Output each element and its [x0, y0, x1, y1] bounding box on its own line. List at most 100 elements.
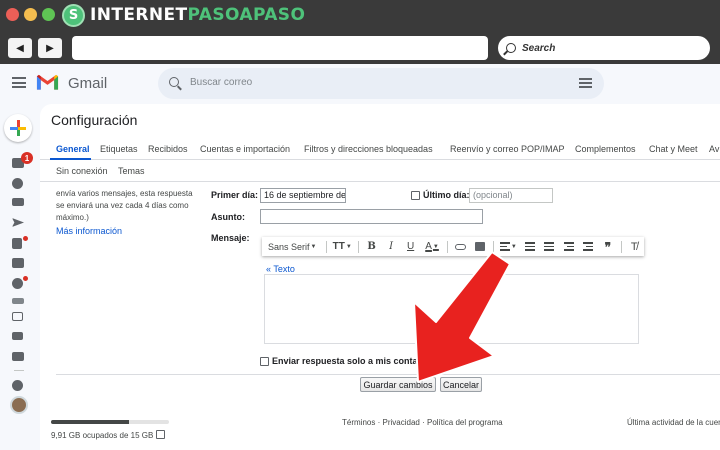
- back-button[interactable]: ◀: [8, 38, 32, 58]
- more-icon[interactable]: [12, 298, 24, 304]
- link-icon[interactable]: [451, 237, 471, 256]
- video-icon[interactable]: [12, 332, 23, 340]
- gmail-app-name: Gmail: [68, 75, 108, 92]
- gmail-app: Gmail Buscar correo 1 Configuración Gene…: [0, 64, 720, 450]
- last-day-checkbox[interactable]: [411, 191, 420, 200]
- gmail-logo-icon: [36, 74, 59, 90]
- mail-search-placeholder: Buscar correo: [190, 77, 253, 88]
- message-body-editor[interactable]: [264, 274, 639, 344]
- save-changes-button[interactable]: Guardar cambios: [360, 377, 436, 392]
- image-icon[interactable]: [470, 237, 490, 256]
- brand-text-part2: PASOAPASO: [187, 5, 306, 25]
- address-bar[interactable]: [72, 36, 488, 60]
- tab-offline[interactable]: Sin conexión: [56, 166, 108, 176]
- tab-accounts[interactable]: Cuentas e importación: [200, 144, 290, 154]
- main-menu-icon[interactable]: [12, 77, 26, 88]
- storage-usage-bar: [51, 420, 169, 424]
- quote-icon[interactable]: ❞: [598, 237, 618, 256]
- brand-text-part1: INTERNET: [90, 5, 188, 25]
- bulleted-list-icon[interactable]: [540, 237, 560, 256]
- tab-advanced[interactable]: Av: [709, 144, 719, 154]
- toolbar-divider: [357, 240, 359, 253]
- formatting-toolbar: Sans Serif ▼ TT ▼ B I U A ▼ ▼ ❞ T̸: [262, 237, 644, 256]
- text-size-icon[interactable]: TT ▼: [330, 237, 355, 256]
- mail-icon[interactable]: [12, 258, 24, 268]
- mail-search-bar[interactable]: Buscar correo: [158, 68, 604, 99]
- text-color-icon[interactable]: A ▼: [420, 237, 443, 256]
- message-label: Mensaje:: [211, 233, 250, 243]
- gmail-header: Gmail Buscar correo: [0, 64, 720, 104]
- settings-panel: Configuración General Etiquetas Recibido…: [40, 104, 720, 450]
- italic-icon[interactable]: I: [381, 237, 401, 256]
- tab-themes[interactable]: Temas: [118, 166, 145, 176]
- toolbar-divider: [620, 240, 622, 253]
- spam-indicator-dot: [23, 276, 28, 281]
- open-external-icon[interactable]: [156, 430, 165, 439]
- search-icon[interactable]: [169, 77, 179, 87]
- browser-navbar: ◀ ▶ Search: [0, 30, 720, 64]
- keyboard-icon[interactable]: [12, 352, 24, 361]
- last-day-label: Último día:: [423, 190, 470, 200]
- brand-wordmark: INTERNETPASOAPASO: [90, 5, 305, 25]
- user-avatar[interactable]: [10, 396, 28, 414]
- vacation-help-text: envía varios mensajes, esta respuesta se…: [56, 189, 193, 222]
- tab-inbox[interactable]: Recibidos: [148, 144, 188, 154]
- tab-addons[interactable]: Complementos: [575, 144, 636, 154]
- contacts-only-checkbox[interactable]: [260, 357, 269, 366]
- drafts-icon[interactable]: [12, 238, 22, 249]
- unread-count-badge: 1: [21, 152, 33, 164]
- compose-button[interactable]: [4, 114, 32, 142]
- indent-less-icon[interactable]: [559, 237, 579, 256]
- browser-search-box[interactable]: Search: [498, 36, 710, 60]
- tab-forwarding[interactable]: Reenvío y correo POP/IMAP: [450, 144, 565, 154]
- footer-separator: ·: [377, 418, 381, 427]
- tab-general[interactable]: General: [56, 144, 90, 154]
- settings-tabs-row2: Sin conexión Temas: [40, 160, 720, 182]
- first-day-field[interactable]: 16 de septiembre de: [260, 188, 346, 203]
- important-icon[interactable]: [12, 198, 24, 206]
- tab-filters[interactable]: Filtros y direcciones bloqueadas: [304, 144, 433, 154]
- program-policy-link[interactable]: Política del programa: [427, 418, 503, 427]
- cancel-button[interactable]: Cancelar: [440, 377, 482, 392]
- close-window-button[interactable]: [6, 8, 19, 21]
- plain-text-link[interactable]: « Texto: [266, 264, 295, 274]
- privacy-link[interactable]: Privacidad: [382, 418, 419, 427]
- tab-chat-meet[interactable]: Chat y Meet: [649, 144, 698, 154]
- align-icon[interactable]: ▼: [497, 237, 520, 256]
- drafts-indicator-dot: [23, 236, 28, 241]
- footer-links: Términos · Privacidad · Política del pro…: [342, 418, 503, 427]
- font-family-select[interactable]: Sans Serif ▼: [262, 237, 323, 256]
- bold-icon[interactable]: B: [362, 237, 382, 256]
- maximize-window-button[interactable]: [42, 8, 55, 21]
- terms-link[interactable]: Términos: [342, 418, 375, 427]
- subject-field[interactable]: [260, 209, 483, 224]
- underline-icon[interactable]: U: [401, 237, 421, 256]
- numbered-list-icon[interactable]: [520, 237, 540, 256]
- chat-icon[interactable]: [12, 380, 23, 391]
- snoozed-icon[interactable]: [12, 178, 23, 189]
- minimize-window-button[interactable]: [24, 8, 37, 21]
- rail-divider: [14, 370, 24, 371]
- remove-formatting-icon[interactable]: T̸: [625, 237, 645, 256]
- sent-icon[interactable]: [12, 218, 24, 227]
- subject-label: Asunto:: [211, 212, 245, 222]
- chevron-down-icon: ▼: [310, 243, 317, 250]
- first-day-label: Primer día:: [211, 190, 259, 200]
- left-rail: 1: [0, 104, 36, 450]
- spam-icon[interactable]: [12, 278, 23, 289]
- contacts-only-label: Enviar respuesta solo a mis contactos: [272, 356, 437, 366]
- search-options-icon[interactable]: [579, 77, 592, 89]
- last-day-field[interactable]: (opcional): [469, 188, 553, 203]
- storage-usage-fill: [51, 420, 129, 424]
- indent-more-icon[interactable]: [579, 237, 599, 256]
- browser-titlebar: S INTERNETPASOAPASO: [0, 0, 720, 30]
- site-brand-logo: S INTERNETPASOAPASO: [62, 3, 305, 27]
- forward-arrow-icon: ▶: [46, 42, 54, 54]
- forward-button[interactable]: ▶: [38, 38, 62, 58]
- meet-icon[interactable]: [12, 312, 23, 321]
- footer-separator: ·: [422, 418, 425, 427]
- more-info-link[interactable]: Más información: [56, 226, 122, 236]
- browser-search-label: Search: [522, 42, 556, 54]
- tab-labels[interactable]: Etiquetas: [100, 144, 138, 154]
- search-icon: [506, 43, 516, 53]
